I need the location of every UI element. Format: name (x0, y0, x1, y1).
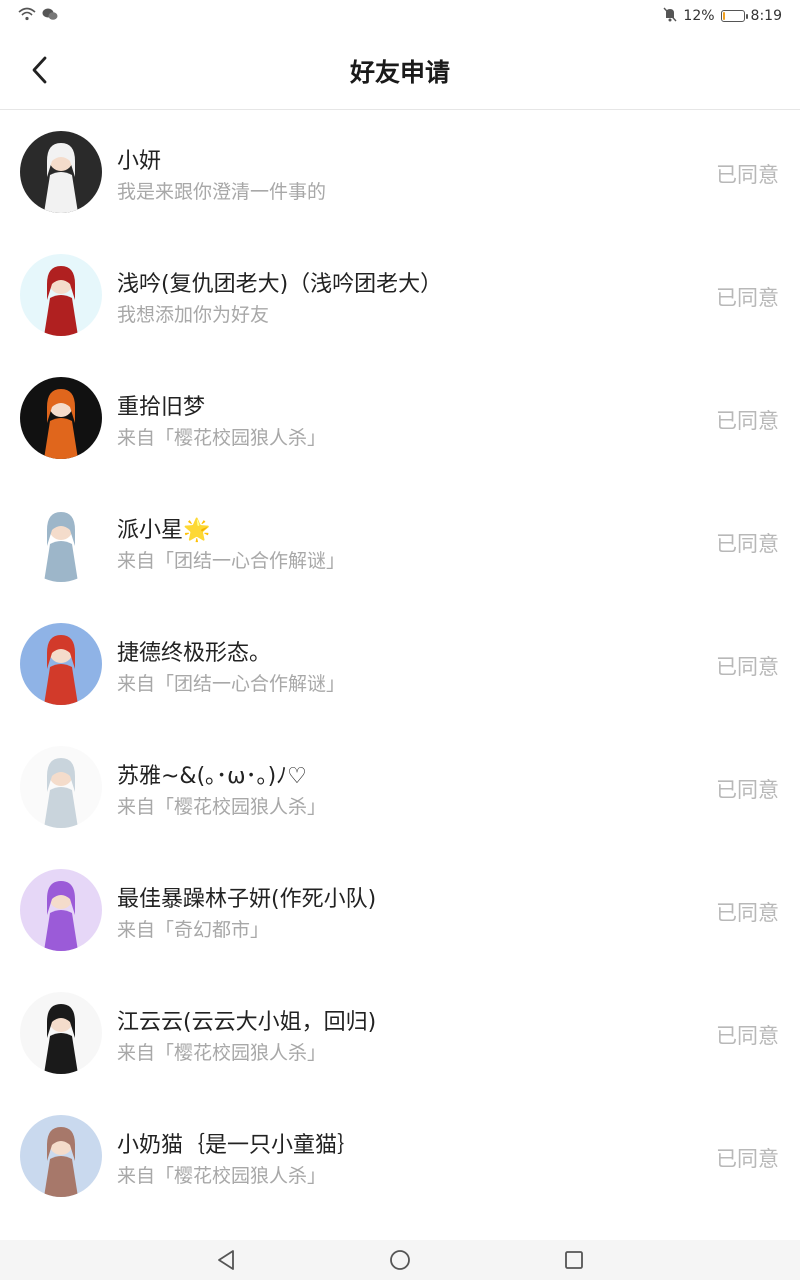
friend-request-row[interactable]: 最佳暴躁林子妍(作死小队) 来自「奇幻都市」 已同意 (0, 848, 800, 971)
request-name: 捷德终极形态。 (117, 641, 272, 666)
header: 好友申请 (0, 32, 800, 110)
avatar-figure-icon (44, 143, 78, 213)
friend-request-row[interactable]: 重拾旧梦来自「樱花校园狼人杀」 已同意 (0, 356, 800, 479)
nav-recents-button[interactable] (562, 1248, 586, 1272)
status-bar: 12% 8:19 (0, 0, 800, 32)
page-title: 好友申请 (349, 57, 450, 87)
request-name: 重拾旧梦 (117, 395, 206, 420)
chevron-left-icon (32, 56, 47, 84)
request-source: 来自「樱花校园狼人杀」 (117, 1042, 327, 1064)
accepted-status-label: 已同意 (716, 901, 779, 925)
accepted-status-label: 已同意 (716, 409, 779, 433)
friend-request-row[interactable]: 捷德终极形态。来自「团结一心合作解谜」 已同意 (0, 602, 800, 725)
avatar-figure-icon (44, 635, 78, 705)
mute-bell-icon (663, 7, 677, 26)
wechat-icon (42, 7, 58, 25)
request-source: 来自「团结一心合作解谜」 (117, 673, 346, 695)
battery-level (722, 12, 725, 20)
friend-request-row[interactable]: 小妍我是来跟你澄清一件事的 已同意 (0, 110, 800, 233)
avatar[interactable] (20, 131, 102, 213)
request-source: 来自「樱花校园狼人杀」 (117, 1165, 327, 1187)
request-name: 最佳暴躁林子妍(作死小队) (117, 887, 377, 912)
circle-home-icon (390, 1250, 410, 1270)
avatar[interactable] (20, 992, 102, 1074)
avatar-figure-icon (44, 1127, 78, 1197)
request-name: 浅吟(复仇团老大)（浅吟团老大） (117, 272, 443, 297)
clock: 8:19 (750, 8, 782, 24)
nav-home-button[interactable] (388, 1248, 412, 1272)
request-source: 来自「樱花校园狼人杀」 (117, 796, 327, 818)
avatar[interactable] (20, 254, 102, 336)
request-source: 来自「奇幻都市」 (117, 919, 270, 941)
wifi-icon (18, 7, 36, 25)
battery-icon (720, 10, 748, 22)
request-source: 我是来跟你澄清一件事的 (117, 181, 327, 203)
avatar-figure-icon (44, 881, 78, 951)
request-name: 派小星🌟 (117, 518, 211, 543)
avatar[interactable] (20, 500, 102, 582)
avatar-figure-icon (44, 758, 78, 828)
request-name: 苏雅~&(｡･ω･｡)ﾉ♡ (117, 764, 307, 789)
avatar-figure-icon (44, 389, 78, 459)
accepted-status-label: 已同意 (716, 1147, 779, 1171)
accepted-status-label: 已同意 (716, 286, 779, 310)
friend-request-row[interactable]: 小奶猫｛是一只小童猫｝ 来自「樱花校园狼人杀」 已同意 (0, 1094, 800, 1217)
avatar-figure-icon (44, 512, 78, 582)
request-name: 小妍 (117, 149, 162, 174)
avatar[interactable] (20, 869, 102, 951)
square-recents-icon (565, 1251, 583, 1269)
friend-request-row[interactable]: 浅吟(复仇团老大)（浅吟团老大） 我想添加你为好友 已同意 (0, 233, 800, 356)
status-right: 12% 8:19 (663, 7, 782, 26)
accepted-status-label: 已同意 (716, 778, 779, 802)
friend-request-row[interactable]: 苏雅~&(｡･ω･｡)ﾉ♡ 来自「樱花校园狼人杀」 已同意 (0, 725, 800, 848)
request-name: 小奶猫｛是一只小童猫｝ (117, 1133, 360, 1158)
avatar[interactable] (20, 1115, 102, 1197)
request-source: 我想添加你为好友 (117, 304, 270, 326)
battery-percent: 12% (683, 8, 715, 24)
avatar[interactable] (20, 746, 102, 828)
accepted-status-label: 已同意 (716, 655, 779, 679)
request-name: 江云云(云云大小姐，回归) (117, 1010, 377, 1035)
back-button[interactable] (22, 52, 58, 88)
accepted-status-label: 已同意 (716, 532, 779, 556)
triangle-back-icon (218, 1250, 234, 1270)
friend-request-row[interactable]: 江云云(云云大小姐，回归) 来自「樱花校园狼人杀」 已同意 (0, 971, 800, 1094)
nav-back-button[interactable] (214, 1248, 238, 1272)
avatar-figure-icon (44, 266, 78, 336)
friend-request-row[interactable]: 派小星🌟 来自「团结一心合作解谜」 已同意 (0, 479, 800, 602)
request-source: 来自「团结一心合作解谜」 (117, 550, 346, 572)
avatar[interactable] (20, 623, 102, 705)
friend-request-list: 小妍 我是来跟你澄清一件事的 已同意 浅吟(复仇团老大)（浅吟团老大） 我想添加你为好友… (0, 110, 800, 1240)
avatar[interactable] (20, 377, 102, 459)
avatar-figure-icon (44, 1004, 78, 1074)
system-nav-bar (0, 1240, 800, 1280)
request-source: 来自「樱花校园狼人杀」 (117, 427, 327, 449)
accepted-status-label: 已同意 (716, 163, 779, 187)
status-left (18, 7, 58, 25)
accepted-status-label: 已同意 (716, 1024, 779, 1048)
